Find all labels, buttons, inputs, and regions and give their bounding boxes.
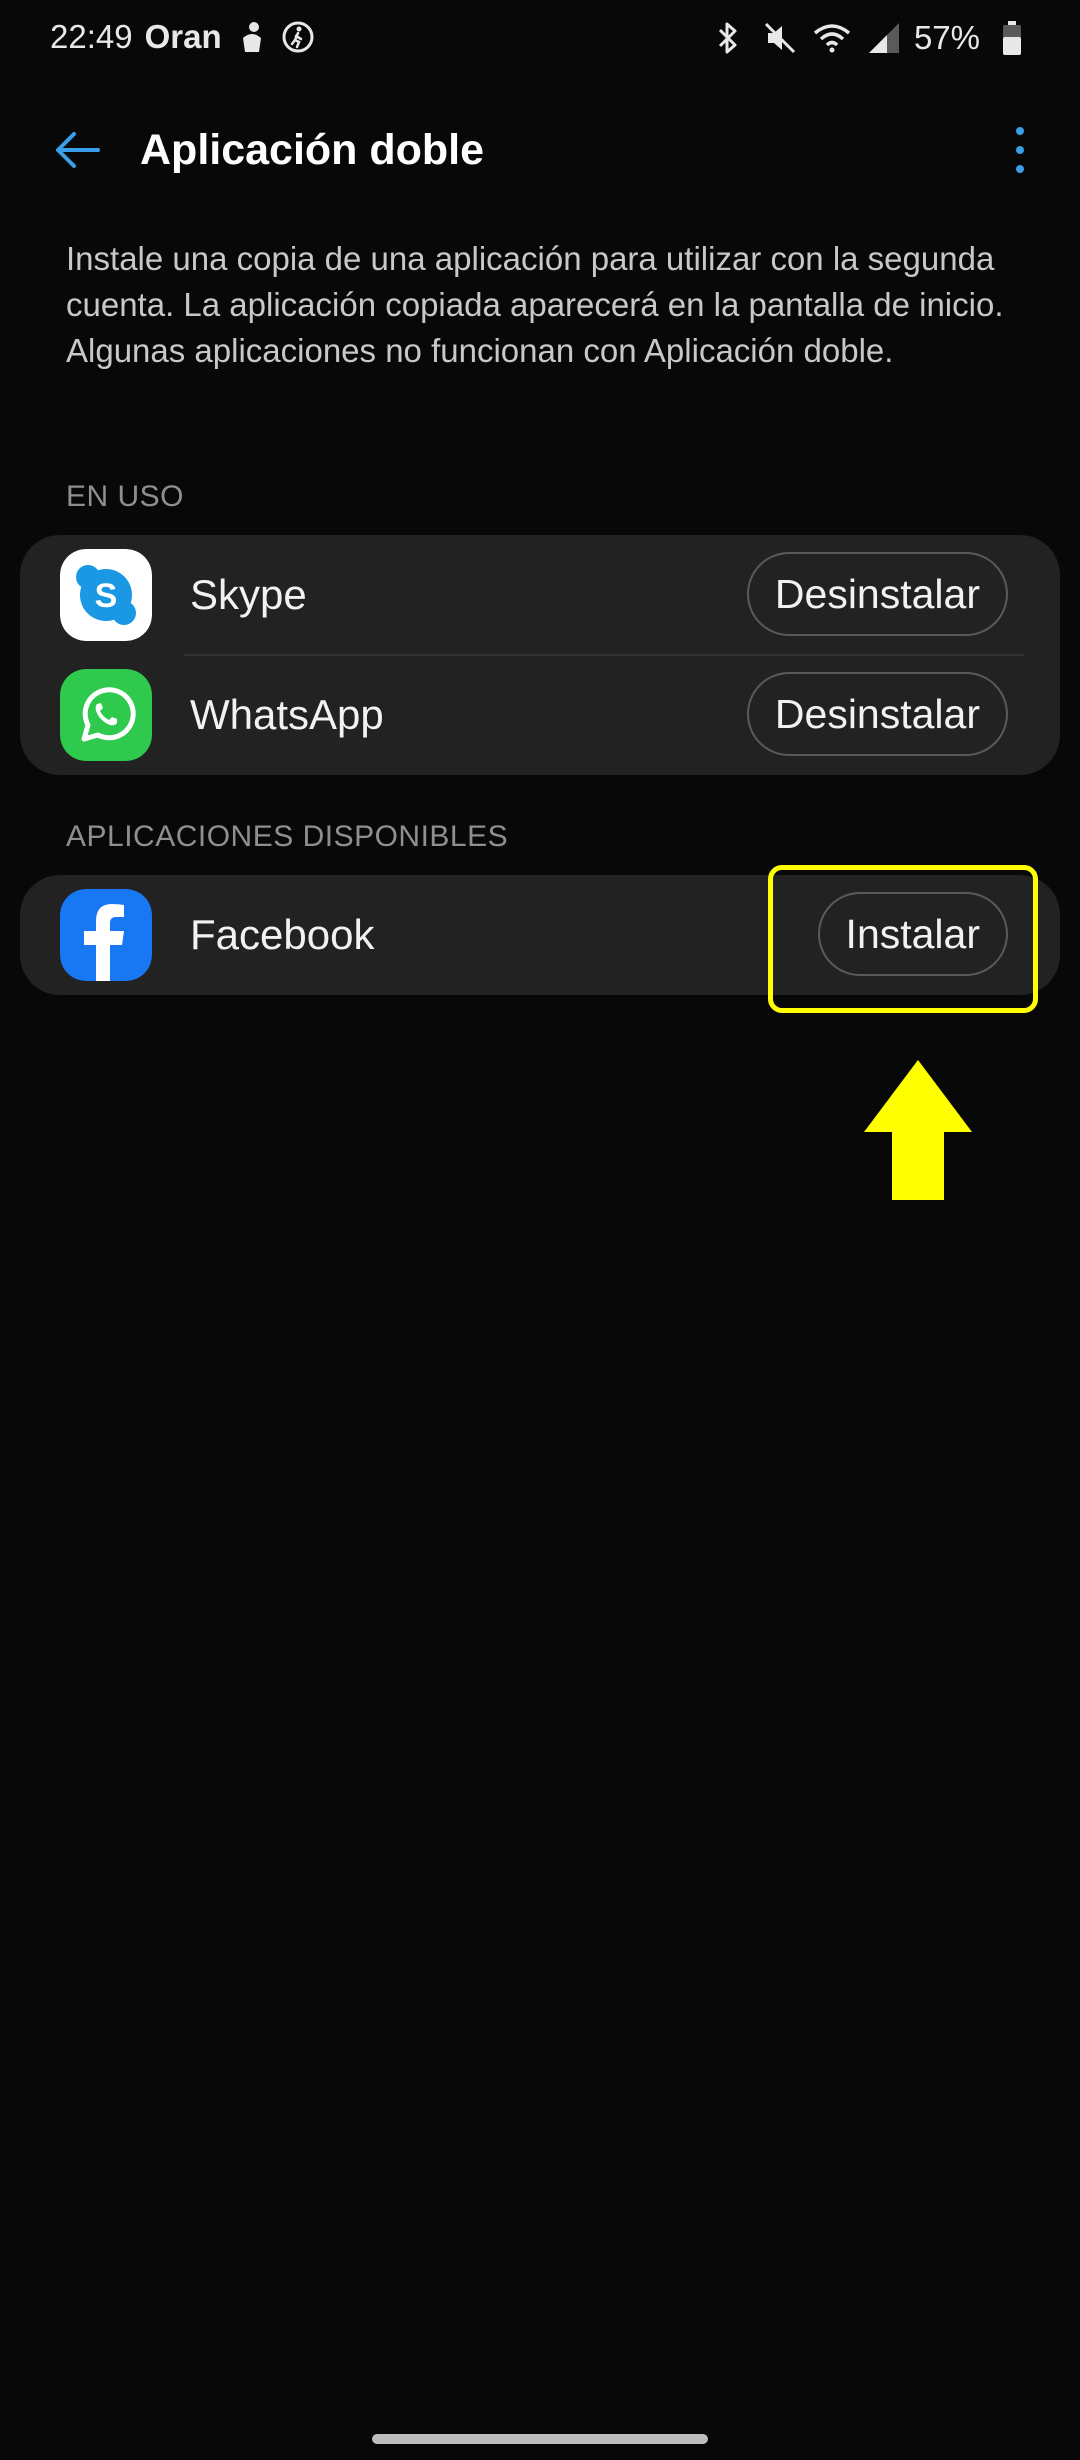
- status-right: 57%: [696, 18, 1032, 58]
- app-name: WhatsApp: [190, 691, 384, 738]
- highlight-box: [768, 865, 1038, 1013]
- status-left: 22:49 Oran: [50, 18, 326, 56]
- app-name: Skype: [190, 571, 307, 618]
- svg-text:S: S: [95, 577, 118, 615]
- section-header-available: APLICACIONES DISPONIBLES: [66, 820, 509, 853]
- more-vert-icon: [1016, 127, 1024, 173]
- arrow-left-icon: [56, 132, 100, 168]
- list-item-whatsapp: WhatsApp Desinstalar: [20, 655, 1060, 775]
- page-title: Aplicación doble: [140, 126, 485, 174]
- signal-icon: [864, 18, 904, 58]
- battery-icon: [992, 18, 1032, 58]
- activity-icon: [280, 19, 316, 55]
- status-bar: 22:49 Oran 57%: [0, 0, 1080, 80]
- home-indicator[interactable]: [372, 2434, 708, 2444]
- status-carrier: Oran: [144, 18, 222, 55]
- battery-percent: 57%: [913, 19, 980, 56]
- status-time: 22:49: [50, 18, 133, 55]
- app-bar: Aplicación doble: [0, 110, 1080, 190]
- mute-icon: [760, 18, 800, 58]
- uninstall-button-skype[interactable]: Desinstalar: [746, 552, 1008, 636]
- description-text: Instale una copia de una aplicación para…: [66, 240, 1004, 369]
- back-button[interactable]: [48, 122, 108, 178]
- in-use-card: S Skype Desinstalar WhatsApp Desinstalar: [20, 535, 1060, 775]
- skype-icon: S: [60, 549, 152, 641]
- section-header-in-use: EN USO: [66, 480, 185, 513]
- whatsapp-icon: [60, 669, 152, 761]
- uninstall-button-whatsapp[interactable]: Desinstalar: [746, 672, 1008, 756]
- bluetooth-icon: [708, 18, 748, 58]
- list-item-skype: S Skype Desinstalar: [20, 535, 1060, 655]
- more-options-button[interactable]: [990, 118, 1050, 182]
- app-name: Facebook: [190, 911, 375, 958]
- arrow-up-icon: [864, 1060, 972, 1200]
- emoji-status-icon: [234, 19, 270, 55]
- wifi-icon: [812, 18, 852, 58]
- facebook-icon: [60, 889, 152, 981]
